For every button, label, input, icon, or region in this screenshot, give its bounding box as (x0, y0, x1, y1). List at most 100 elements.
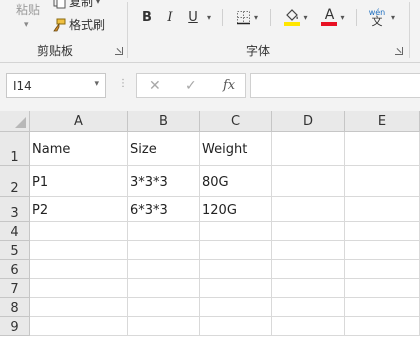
enter-icon[interactable]: ✓ (185, 78, 197, 94)
cell-c6[interactable] (200, 260, 272, 279)
font-color-icon: A (321, 7, 338, 26)
copy-label: 复制 (69, 0, 94, 9)
ribbon: 粘贴 ▾ 复制 ▾ 格式刷 剪贴板 B I U ▾ ▾ ▾ A ▾ wén 文 … (0, 0, 420, 63)
name-box[interactable]: I14 ▾ (6, 73, 106, 98)
cell-b2[interactable]: 3*3*3 (128, 166, 200, 197)
cell-a1[interactable]: Name (30, 132, 128, 166)
cell-a7[interactable] (30, 279, 128, 298)
font-color-dropdown-icon[interactable]: ▾ (340, 13, 344, 22)
copy-icon (53, 0, 66, 8)
toolbar-separator (222, 9, 223, 26)
row-header-6[interactable]: 6 (0, 260, 30, 279)
column-header-e[interactable]: E (345, 111, 420, 132)
cell-c7[interactable] (200, 279, 272, 298)
copy-dropdown-icon[interactable]: ▾ (96, 0, 100, 6)
font-color-button[interactable]: A ▾ (316, 7, 350, 27)
row-header-2[interactable]: 2 (0, 166, 30, 197)
cell-d3[interactable] (272, 197, 345, 222)
cell-a9[interactable] (30, 317, 128, 336)
copy-button[interactable]: 复制 ▾ (52, 0, 100, 10)
font-group-label: 字体 (246, 44, 271, 58)
italic-button[interactable]: I (164, 7, 176, 27)
row-header-9[interactable]: 9 (0, 317, 30, 336)
cell-d1[interactable] (272, 132, 345, 166)
borders-icon (236, 10, 250, 24)
cell-a2[interactable]: P1 (30, 166, 128, 197)
column-header-a[interactable]: A (30, 111, 128, 132)
select-all-button[interactable] (0, 111, 30, 132)
borders-dropdown-icon[interactable]: ▾ (254, 13, 258, 22)
cancel-icon[interactable]: ✕ (149, 78, 161, 94)
cell-c3[interactable]: 120G (200, 197, 272, 222)
format-painter-button[interactable]: 格式刷 (52, 16, 105, 33)
cell-a3[interactable]: P2 (30, 197, 128, 222)
formula-bar-grip-icon[interactable]: ⋮ (118, 78, 128, 89)
cell-d4[interactable] (272, 222, 345, 241)
cell-e5[interactable] (345, 241, 420, 260)
cell-e7[interactable] (345, 279, 420, 298)
fill-color-dropdown-icon[interactable]: ▾ (303, 13, 307, 22)
cell-c9[interactable] (200, 317, 272, 336)
column-header-d[interactable]: D (272, 111, 345, 132)
cell-e9[interactable] (345, 317, 420, 336)
row-header-5[interactable]: 5 (0, 241, 30, 260)
cell-a8[interactable] (30, 298, 128, 317)
row-header-7[interactable]: 7 (0, 279, 30, 298)
cell-e6[interactable] (345, 260, 420, 279)
cell-b7[interactable] (128, 279, 200, 298)
cell-b4[interactable] (128, 222, 200, 241)
underline-dropdown-icon[interactable]: ▾ (204, 7, 214, 27)
font-color-letter: A (324, 7, 335, 23)
phonetic-dropdown-icon[interactable]: ▾ (388, 7, 398, 27)
name-box-dropdown-icon[interactable]: ▾ (94, 79, 99, 89)
cell-d9[interactable] (272, 317, 345, 336)
format-painter-icon (53, 18, 66, 31)
font-launcher-icon[interactable] (395, 47, 403, 55)
cell-b9[interactable] (128, 317, 200, 336)
row-header-3[interactable]: 3 (0, 197, 30, 222)
cell-d7[interactable] (272, 279, 345, 298)
spreadsheet-grid: A B C D E 1 Name Size Weight 2 P1 3*3*3 80G 3 P2 6*3*3 1… (0, 111, 420, 340)
fill-color-button[interactable]: ▾ (278, 7, 314, 27)
toolbar-separator (356, 9, 357, 26)
font-color-swatch (321, 22, 338, 26)
cell-d2[interactable] (272, 166, 345, 197)
cell-c5[interactable] (200, 241, 272, 260)
cell-b1[interactable]: Size (128, 132, 200, 166)
cell-b5[interactable] (128, 241, 200, 260)
clipboard-launcher-icon[interactable] (115, 47, 123, 55)
formula-input[interactable] (250, 73, 420, 98)
cell-a5[interactable] (30, 241, 128, 260)
cell-d6[interactable] (272, 260, 345, 279)
cell-d5[interactable] (272, 241, 345, 260)
borders-button[interactable]: ▾ (230, 7, 264, 27)
clipboard-group-label: 剪贴板 (37, 44, 74, 58)
paste-dropdown-icon[interactable]: ▾ (24, 20, 29, 30)
column-header-c[interactable]: C (200, 111, 272, 132)
paste-button[interactable]: 粘贴 (16, 1, 40, 18)
cell-e4[interactable] (345, 222, 420, 241)
cell-e1[interactable] (345, 132, 420, 166)
cell-b6[interactable] (128, 260, 200, 279)
cell-a4[interactable] (30, 222, 128, 241)
underline-button[interactable]: U (186, 7, 200, 27)
bold-button[interactable]: B (140, 7, 154, 27)
cell-e3[interactable] (345, 197, 420, 222)
column-header-b[interactable]: B (128, 111, 200, 132)
cell-b8[interactable] (128, 298, 200, 317)
row-header-4[interactable]: 4 (0, 222, 30, 241)
cell-d8[interactable] (272, 298, 345, 317)
cell-c1[interactable]: Weight (200, 132, 272, 166)
insert-function-button[interactable]: fx (223, 78, 235, 93)
cell-a6[interactable] (30, 260, 128, 279)
row-header-8[interactable]: 8 (0, 298, 30, 317)
cell-e2[interactable] (345, 166, 420, 197)
cell-e8[interactable] (345, 298, 420, 317)
cell-c4[interactable] (200, 222, 272, 241)
toolbar-separator (270, 9, 271, 26)
row-header-1[interactable]: 1 (0, 132, 30, 166)
format-painter-label: 格式刷 (69, 18, 106, 32)
cell-c8[interactable] (200, 298, 272, 317)
cell-c2[interactable]: 80G (200, 166, 272, 197)
cell-b3[interactable]: 6*3*3 (128, 197, 200, 222)
